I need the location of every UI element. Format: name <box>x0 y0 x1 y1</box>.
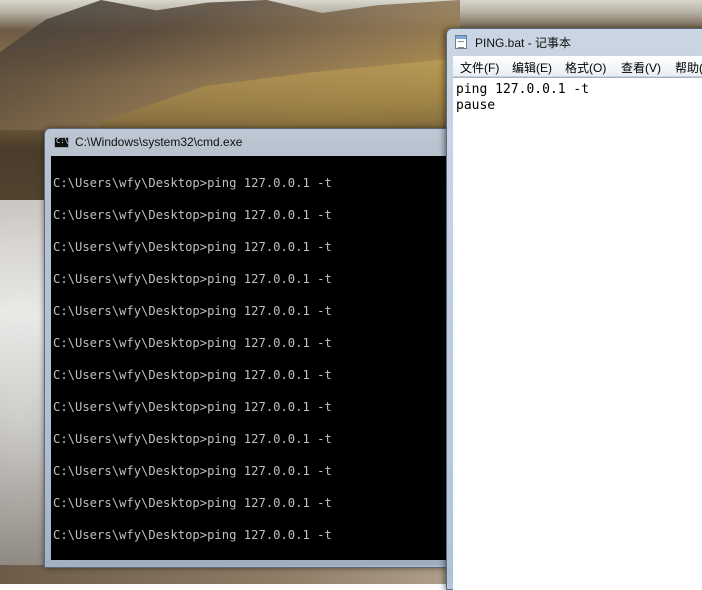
console-line: C:\Users\wfy\Desktop>ping 127.0.0.1 -t <box>53 400 332 414</box>
menu-file[interactable]: 文件(F) <box>460 59 499 76</box>
notepad-text-area[interactable]: ping 127.0.0.1 -t pause <box>453 77 702 590</box>
cmd-titlebar[interactable]: C:\ C:\Windows\system32\cmd.exe <box>45 129 459 156</box>
cmd-window[interactable]: C:\ C:\Windows\system32\cmd.exe C:\Users… <box>44 128 460 568</box>
console-line: C:\Users\wfy\Desktop>ping 127.0.0.1 -t <box>53 272 332 286</box>
notepad-text-line: pause <box>456 98 496 113</box>
notepad-text-line: ping 127.0.0.1 -t <box>456 82 590 97</box>
console-line: C:\Users\wfy\Desktop>ping 127.0.0.1 -t <box>53 368 332 382</box>
menu-format[interactable]: 格式(O) <box>565 59 606 76</box>
console-line: C:\Users\wfy\Desktop>ping 127.0.0.1 -t <box>53 176 332 190</box>
menu-view[interactable]: 查看(V) <box>621 59 661 76</box>
console-line: C:\Users\wfy\Desktop>ping 127.0.0.1 -t <box>53 336 332 350</box>
console-icon[interactable]: C:\ <box>54 137 69 148</box>
console-line: C:\Users\wfy\Desktop>ping 127.0.0.1 -t <box>53 208 332 222</box>
cmd-window-title: C:\Windows\system32\cmd.exe <box>75 135 243 149</box>
wallpaper-waterfall <box>0 200 44 584</box>
notepad-icon[interactable] <box>455 35 467 49</box>
cmd-console-output[interactable]: C:\Users\wfy\Desktop>ping 127.0.0.1 -t C:… <box>51 156 447 560</box>
console-line: C:\Users\wfy\Desktop>ping 127.0.0.1 -t <box>53 240 332 254</box>
notepad-window-title: PING.bat - 记事本 <box>475 36 572 50</box>
console-line: C:\Users\wfy\Desktop>ping 127.0.0.1 -t <box>53 304 332 318</box>
console-line: C:\Users\wfy\Desktop>ping 127.0.0.1 -t <box>53 464 332 478</box>
notepad-window[interactable]: PING.bat - 记事本 文件(F) 编辑(E) 格式(O) 查看(V) 帮助( p… <box>446 28 702 590</box>
console-line: C:\Users\wfy\Desktop>ping 127.0.0.1 -t <box>53 432 332 446</box>
notepad-titlebar[interactable]: PING.bat - 记事本 <box>447 29 702 55</box>
console-line: C:\Users\wfy\Desktop>ping 127.0.0.1 -t <box>53 496 332 510</box>
menu-help[interactable]: 帮助( <box>675 59 702 76</box>
notepad-menubar: 文件(F) 编辑(E) 格式(O) 查看(V) 帮助( <box>453 56 702 77</box>
console-line: C:\Users\wfy\Desktop>ping 127.0.0.1 -t <box>53 528 332 542</box>
menu-edit[interactable]: 编辑(E) <box>512 59 552 76</box>
